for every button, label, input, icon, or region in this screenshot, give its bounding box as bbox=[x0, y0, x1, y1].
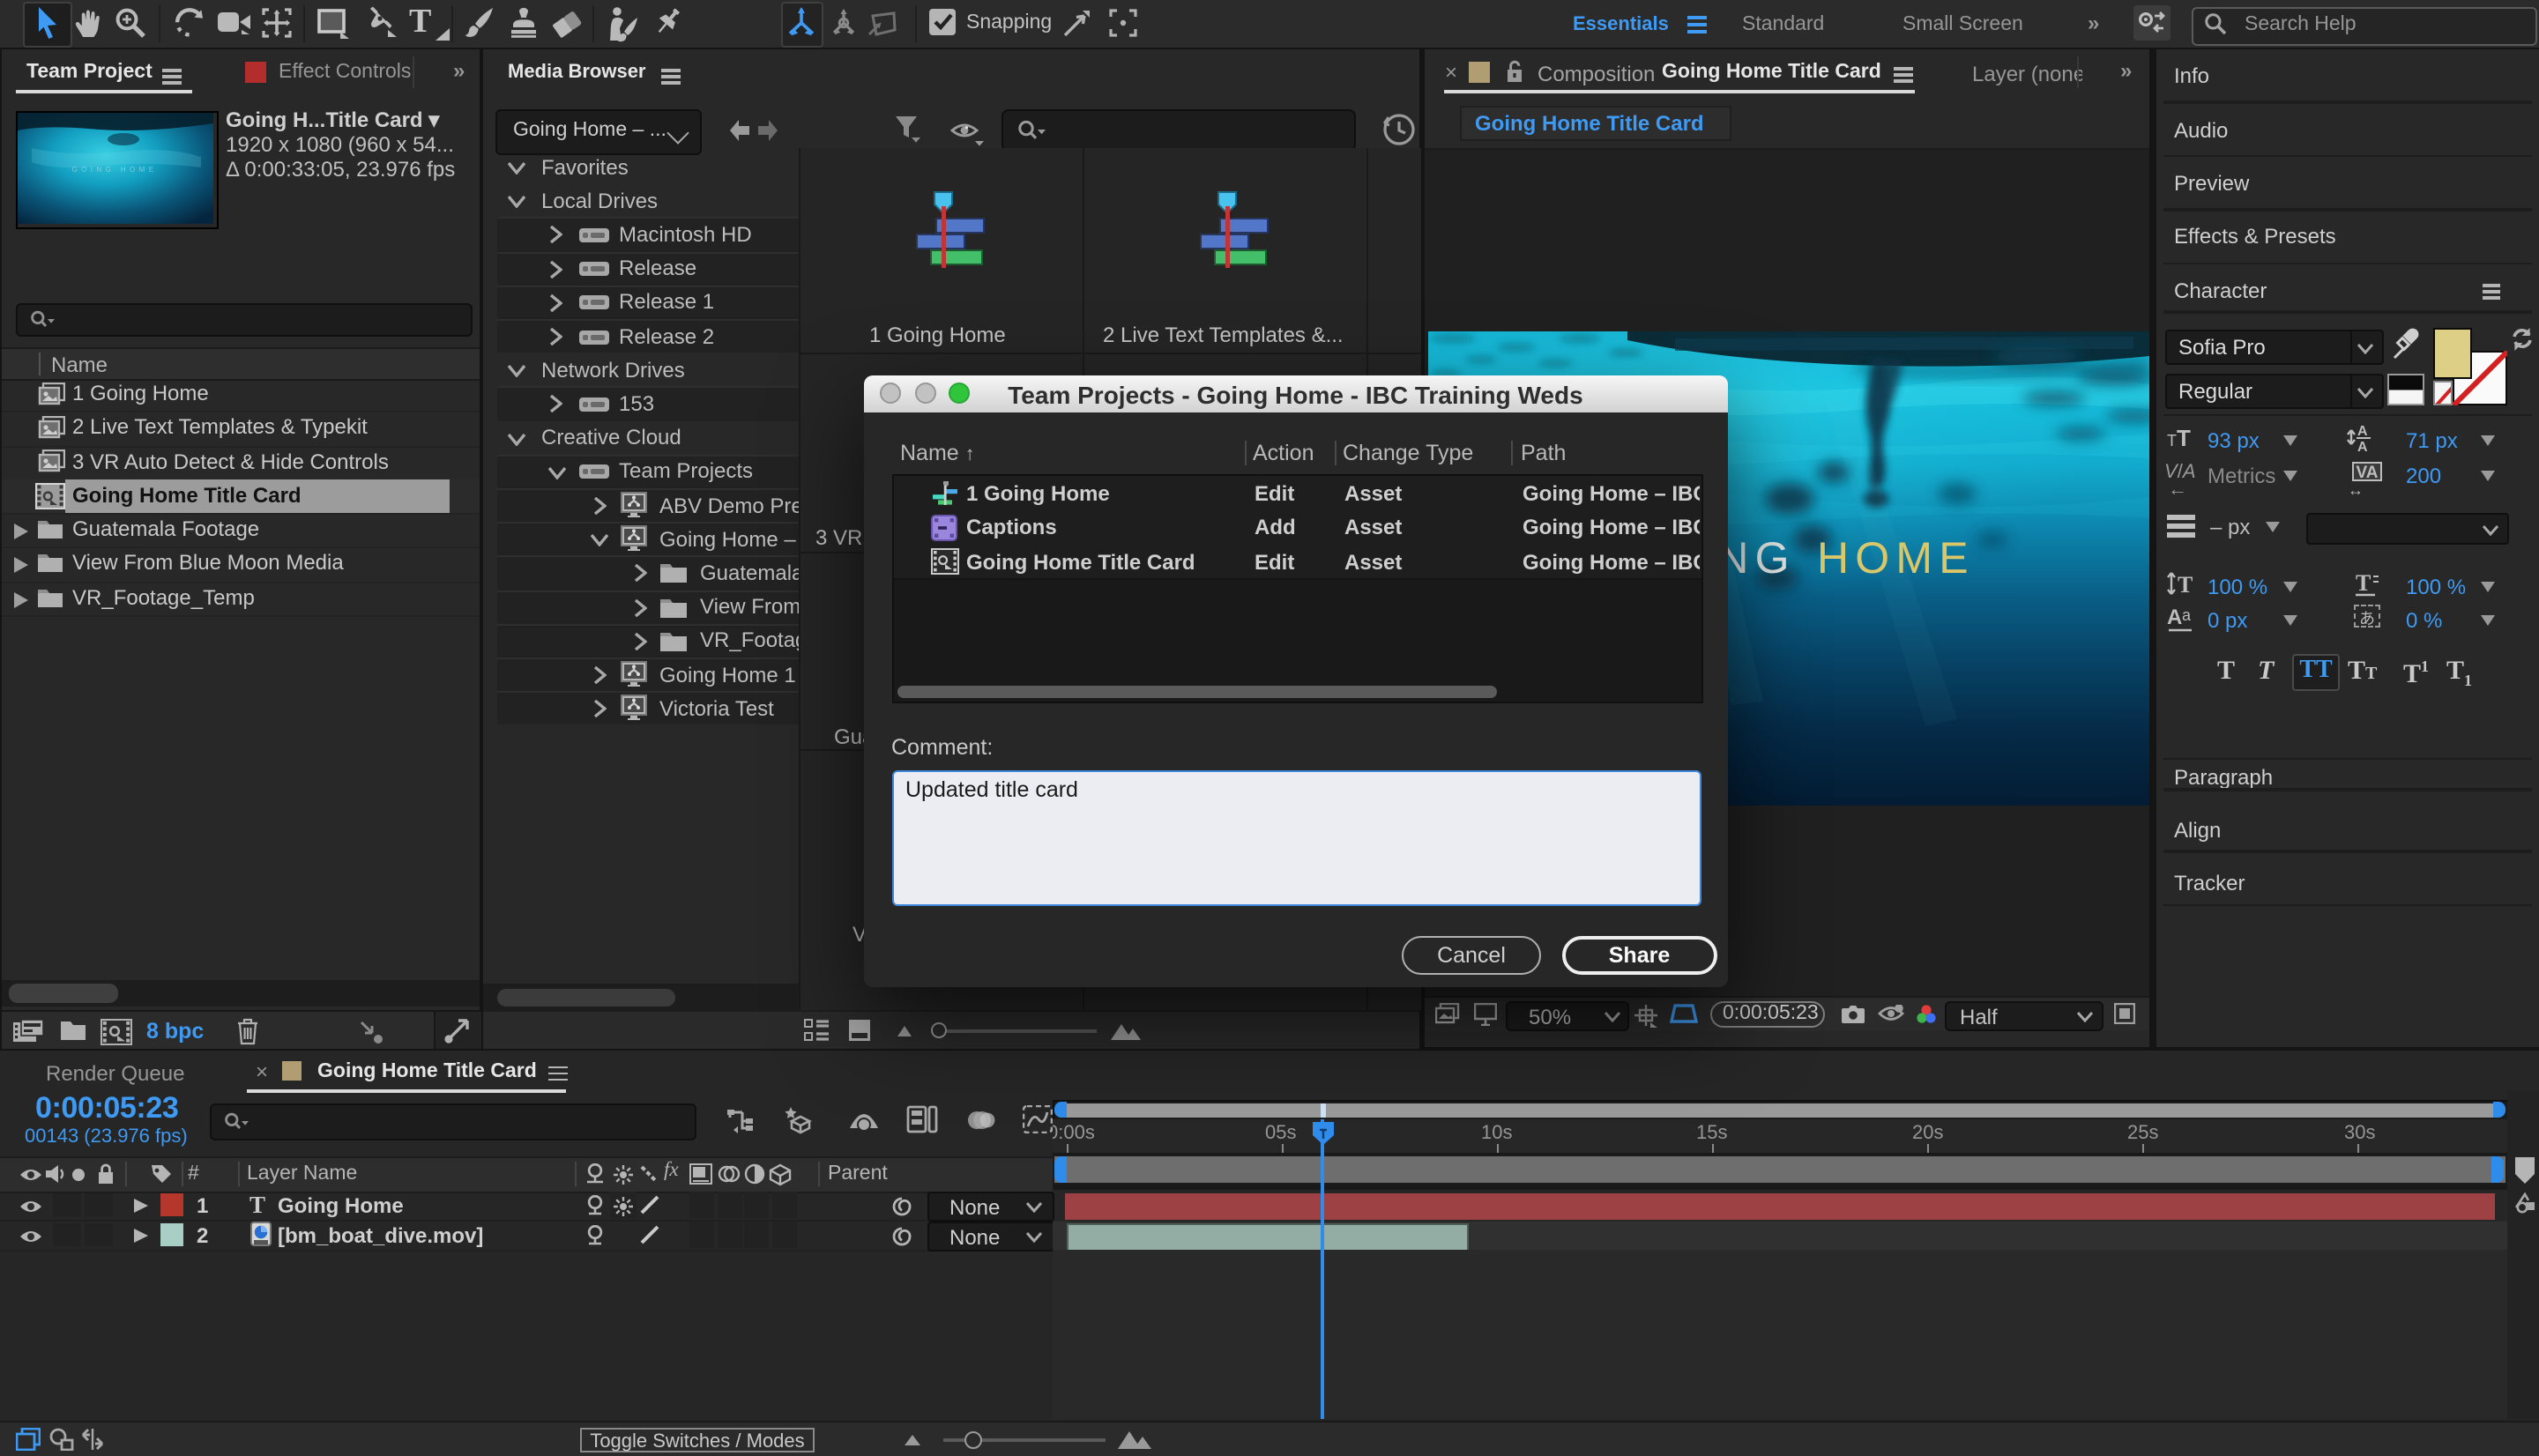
svg-text:A: A bbox=[2357, 424, 2367, 439]
svg-text:A: A bbox=[2357, 440, 2367, 453]
svg-text:A: A bbox=[2167, 605, 2182, 629]
svg-text:a: a bbox=[2182, 606, 2192, 624]
svg-text:T: T bbox=[2355, 570, 2370, 596]
svg-text:T: T bbox=[2178, 572, 2193, 598]
svg-text:HOME: HOME bbox=[1817, 532, 1975, 582]
svg-text:GOING HOME: GOING HOME bbox=[72, 166, 158, 174]
